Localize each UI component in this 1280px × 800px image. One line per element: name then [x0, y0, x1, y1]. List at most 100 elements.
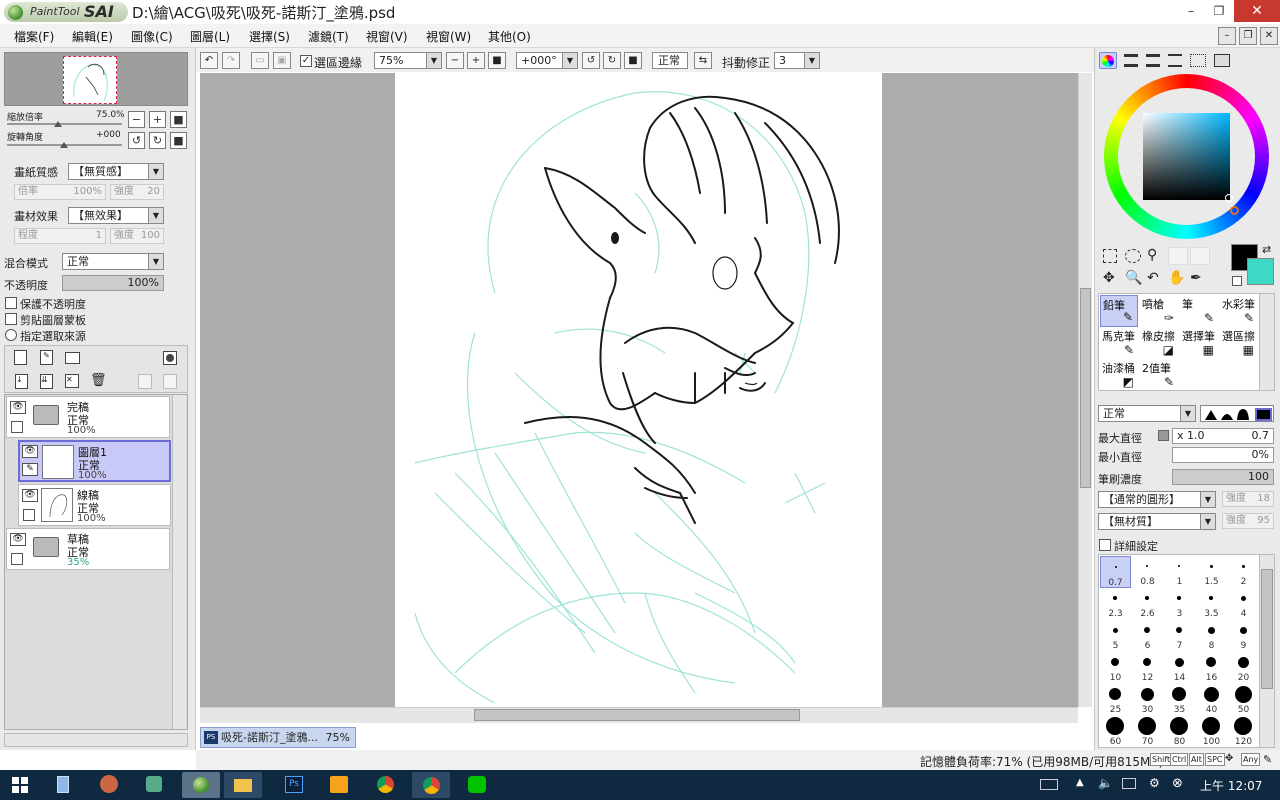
hand-icon[interactable]: ✋ — [1168, 270, 1185, 286]
brush-size-3[interactable]: 3 — [1164, 588, 1195, 620]
restore-button[interactable]: ❐ — [1205, 0, 1233, 22]
brush-size-scrollbar[interactable] — [1259, 554, 1275, 748]
vscroll-thumb[interactable] — [1080, 288, 1091, 488]
saturation-value-square[interactable] — [1143, 113, 1230, 200]
merge-down-icon[interactable]: ⇊ — [40, 374, 53, 389]
visibility-eye-icon[interactable]: 👁 — [22, 445, 38, 458]
canvas-angle-dropdown[interactable]: +000° ▼ — [516, 52, 578, 69]
volume-icon[interactable]: 🔈 — [1098, 776, 1113, 790]
rgb-slider-tab-icon[interactable] — [1124, 54, 1138, 67]
canvas-hscrollbar[interactable] — [200, 707, 1078, 723]
brush-size-35[interactable]: 35 — [1164, 684, 1195, 716]
brush-size-25[interactable]: 25 — [1100, 684, 1131, 716]
paper-texture-dropdown[interactable]: 【無質感】 ▼ — [68, 163, 164, 180]
new-linework-layer-icon[interactable]: ✎ — [40, 350, 53, 365]
brush-size-7[interactable]: 7 — [1164, 620, 1195, 652]
stabilizer-dropdown[interactable]: 3 ▼ — [774, 52, 820, 69]
flip-horizontal-button[interactable]: ⇆ — [694, 52, 712, 69]
redo-button[interactable]: ↷ — [222, 52, 240, 69]
canvas-rotate-reset-button[interactable]: ■ — [624, 52, 642, 69]
brush-edge-selector[interactable] — [1200, 405, 1274, 422]
canvas-zoom-reset-button[interactable]: ■ — [488, 52, 506, 69]
layer-mask-icon[interactable] — [163, 351, 177, 365]
brush-size-14[interactable]: 14 — [1164, 652, 1195, 684]
windows-start-icon[interactable] — [12, 777, 28, 793]
hscroll-thumb[interactable] — [474, 709, 800, 721]
brush-shape-dropdown[interactable]: 【通常的圓形】 ▼ — [1098, 491, 1216, 508]
tool-bucket[interactable]: 油漆桶 ◩ — [1100, 359, 1138, 391]
delete-layer-icon[interactable]: 🗑 — [90, 374, 107, 389]
layer-item-final-folder[interactable]: 👁 完稿 正常 100% — [6, 396, 170, 438]
brush-size-20[interactable]: 20 — [1228, 652, 1259, 684]
brush-size-5[interactable]: 5 — [1100, 620, 1131, 652]
advanced-settings-checkbox[interactable] — [1099, 539, 1111, 551]
brush-size-2-6[interactable]: 2.6 — [1132, 588, 1163, 620]
app-icon-1[interactable] — [100, 775, 118, 793]
hue-picker-marker[interactable] — [1230, 206, 1239, 215]
brush-size-2[interactable]: 2 — [1228, 556, 1259, 588]
explorer-taskbar-icon[interactable] — [224, 772, 262, 798]
navigator-preview[interactable] — [4, 52, 188, 106]
drawing-canvas[interactable] — [395, 73, 882, 707]
swatches-tab-icon[interactable] — [1190, 54, 1206, 67]
brush-size-80[interactable]: 80 — [1164, 716, 1195, 747]
brush-size-4[interactable]: 4 — [1228, 588, 1259, 620]
brush-texture-dropdown[interactable]: 【無材質】 ▼ — [1098, 513, 1216, 530]
app-icon-2[interactable] — [146, 776, 162, 792]
brush-size-30[interactable]: 30 — [1132, 684, 1163, 716]
canvas-zoom-dropdown[interactable]: 75% ▼ — [374, 52, 442, 69]
size-lock-icon[interactable] — [1158, 430, 1169, 441]
eyedropper-icon[interactable]: ✒ — [1190, 270, 1202, 286]
clear-layer-icon[interactable]: ✕ — [65, 374, 79, 388]
canvas-rotate-right-button[interactable]: ↻ — [603, 52, 621, 69]
minimize-button[interactable]: – — [1177, 0, 1205, 22]
calculator-icon[interactable] — [57, 776, 69, 793]
line-taskbar-icon[interactable] — [468, 776, 486, 793]
rotate-tool-icon[interactable]: ↶ — [1147, 270, 1159, 286]
zoom-out-button[interactable]: − — [128, 111, 145, 128]
tool-binary-pen[interactable]: 2值筆 ✎ — [1140, 359, 1178, 391]
max-size-field[interactable]: x 1.0 0.7 — [1172, 428, 1274, 444]
menu-file[interactable]: 檔案(F) — [14, 28, 54, 45]
brush-size-9[interactable]: 9 — [1228, 620, 1259, 652]
canvas-zoom-in-button[interactable]: + — [467, 52, 485, 69]
photoshop-taskbar-icon[interactable]: Ps — [285, 776, 303, 793]
keyboard-icon[interactable] — [1040, 779, 1058, 790]
rotate-left-button[interactable]: ↺ — [128, 132, 145, 149]
rotate-reset-button[interactable]: ■ — [170, 132, 187, 149]
close-button[interactable]: ✕ — [1234, 0, 1280, 22]
menu-window[interactable]: 視窗(W) — [426, 28, 471, 45]
tool-pencil[interactable]: 鉛筆 ✎ — [1100, 295, 1138, 327]
opacity-slider[interactable]: 100% — [62, 275, 164, 291]
rect-select-icon[interactable] — [1103, 249, 1117, 263]
layer-item-sketch-folder[interactable]: 👁 草稿 正常 35% — [6, 528, 170, 570]
visibility-eye-icon[interactable]: 👁 — [22, 489, 38, 502]
color-wheel-tab-icon[interactable] — [1099, 52, 1117, 69]
navigator-viewport[interactable] — [63, 56, 117, 104]
menu-canvas[interactable]: 圖像(C) — [131, 28, 173, 45]
new-folder-icon[interactable] — [65, 352, 80, 364]
brush-size-2-3[interactable]: 2.3 — [1100, 588, 1131, 620]
tool-select-pen[interactable]: 選擇筆 ▦ — [1180, 327, 1218, 359]
swap-colors-icon[interactable]: ⇄ — [1262, 243, 1271, 256]
brush-mode-dropdown[interactable]: 正常 ▼ — [1098, 405, 1196, 422]
zoom-slider-thumb[interactable] — [54, 121, 62, 127]
chrome-active-taskbar-icon[interactable] — [412, 772, 450, 798]
brush-size-6[interactable]: 6 — [1132, 620, 1163, 652]
brush-size-12[interactable]: 12 — [1132, 652, 1163, 684]
network-icon[interactable] — [1122, 778, 1136, 789]
input-method-icon[interactable]: ⚙ — [1149, 776, 1160, 790]
menu-select[interactable]: 選擇(S) — [249, 28, 290, 45]
tray-chevron-icon[interactable]: ▲ — [1076, 777, 1084, 788]
menu-view[interactable]: 視窗(V) — [366, 28, 408, 45]
hsv-slider-tab-icon[interactable] — [1146, 54, 1160, 67]
visibility-eye-icon[interactable]: 👁 — [10, 533, 26, 546]
brush-size-70[interactable]: 70 — [1132, 716, 1163, 747]
selection-edge-checkbox[interactable]: ✓ — [300, 55, 312, 67]
move-icon[interactable]: ✥ — [1103, 270, 1115, 286]
brush-size-0-8[interactable]: 0.8 — [1132, 556, 1163, 588]
layer-lock-checkbox[interactable] — [11, 553, 23, 565]
media-player-taskbar-icon[interactable] — [330, 776, 348, 793]
brush-size-120[interactable]: 120 — [1228, 716, 1259, 747]
tool-grid-scrollbar[interactable] — [1259, 293, 1275, 391]
